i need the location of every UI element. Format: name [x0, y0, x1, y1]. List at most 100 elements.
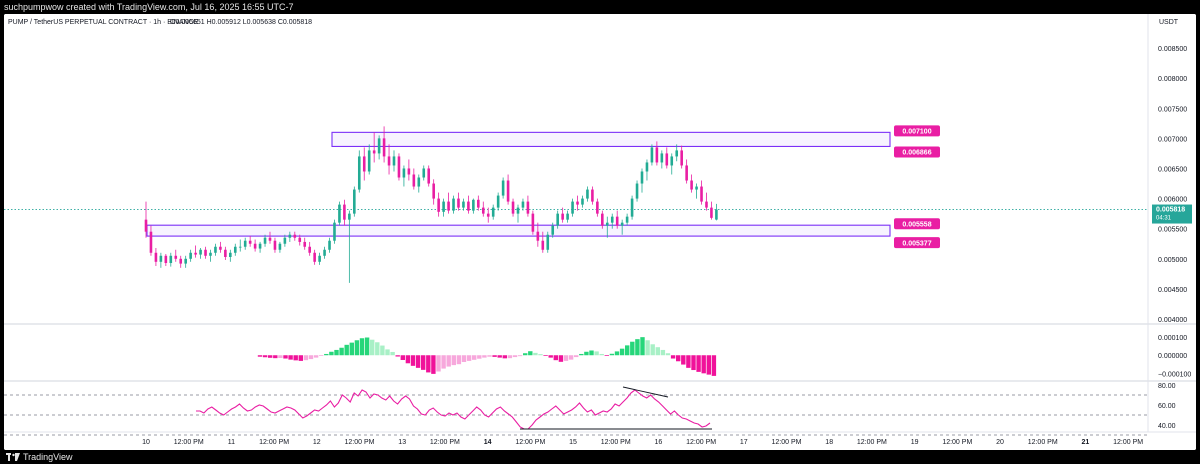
candle-body	[159, 255, 163, 262]
candle-body	[219, 246, 222, 250]
histogram-bar	[528, 351, 533, 356]
histogram-bar	[426, 355, 431, 373]
histogram-bar	[257, 355, 263, 357]
time-axis-label: 18	[825, 439, 833, 446]
candle-body	[149, 231, 153, 253]
bar-countdown-label: 04:31	[1156, 216, 1172, 222]
time-axis-label: 20	[996, 439, 1004, 446]
histogram-bar	[706, 355, 711, 375]
histogram-bar	[665, 353, 671, 356]
price-axis-label: 0.005000	[1158, 257, 1187, 264]
screenshot-frame: suchpumpwow created with TradingView.com…	[0, 0, 1200, 464]
candle-body	[179, 258, 183, 264]
chart-canvas[interactable]: PUMP / TetherUS PERPETUAL CONTRACT · 1h …	[4, 14, 1196, 450]
histogram-bar	[645, 340, 650, 356]
time-axis-label: 11	[228, 439, 235, 446]
candle-body	[625, 216, 629, 223]
histogram-bar	[568, 355, 574, 360]
candle-body	[452, 198, 455, 211]
time-axis-label: 10	[142, 439, 150, 446]
histogram-bar	[487, 355, 492, 357]
histogram-bar	[395, 355, 400, 357]
candle-body	[615, 216, 619, 226]
histogram-bar	[298, 355, 303, 361]
histogram-bar	[512, 355, 518, 358]
candle-body	[372, 150, 376, 154]
histogram-bar	[477, 355, 482, 359]
histogram-bar	[303, 355, 309, 361]
candle-body	[610, 216, 614, 223]
time-axis-label: 17	[740, 439, 748, 446]
candle-body	[635, 183, 639, 199]
histogram-bar	[339, 347, 344, 356]
candle-body	[362, 156, 366, 172]
share-caption: suchpumpwow created with TradingView.com…	[4, 2, 294, 12]
candle-body	[477, 199, 480, 208]
candle-body	[253, 243, 257, 249]
candle-body	[273, 240, 277, 250]
price-axis-label: 0.004000	[1158, 317, 1187, 324]
histogram-bar	[400, 355, 405, 360]
histogram-bar	[625, 345, 630, 356]
candle-body	[318, 255, 321, 262]
histogram-bar	[324, 353, 329, 356]
candle-body	[204, 249, 207, 256]
histogram-bar	[517, 355, 523, 357]
candle-body	[675, 150, 679, 157]
histogram-bar	[574, 355, 579, 358]
candle-body	[447, 201, 450, 211]
chart-panel[interactable]: PUMP / TetherUS PERPETUAL CONTRACT · 1h …	[4, 14, 1196, 450]
histogram-bar	[594, 351, 599, 356]
candle-body	[333, 222, 336, 241]
candle-body	[263, 237, 267, 244]
candle-body	[303, 241, 307, 247]
candle-body	[650, 147, 654, 163]
histogram-bar	[584, 351, 589, 356]
candle-body	[144, 219, 148, 232]
candle-body	[278, 243, 282, 250]
histogram-bar	[711, 355, 717, 376]
candle-body	[323, 249, 326, 256]
price-axis-label: 0.008000	[1158, 76, 1187, 83]
candle-body	[214, 246, 217, 253]
candle-body	[501, 180, 505, 196]
tradingview-wordmark: TradingView	[23, 452, 73, 462]
histogram-bar	[533, 352, 538, 356]
candle-body	[586, 189, 589, 199]
histogram-bar	[553, 355, 558, 361]
oscillator-axis-label: 40.00	[1158, 423, 1176, 430]
candle-body	[561, 213, 564, 220]
histogram-bar	[278, 355, 283, 358]
price-axis-label: 0.008500	[1158, 46, 1187, 53]
candle-body	[407, 168, 411, 175]
ohlc-readout: O0.005651 H0.005912 L0.005638 C0.005818	[170, 19, 312, 26]
histogram-bar	[640, 337, 645, 356]
candle-body	[680, 150, 683, 166]
histogram-bar	[313, 355, 319, 358]
histogram-bar	[262, 355, 268, 358]
candle-body	[229, 252, 232, 257]
time-axis-label: 15	[569, 439, 577, 446]
histogram-bar	[630, 341, 635, 356]
candle-body	[437, 198, 440, 212]
histogram-bar	[558, 355, 564, 362]
zone-price-label: 0.007100	[902, 129, 931, 136]
candle-body	[620, 222, 624, 226]
time-axis-label: 21	[1082, 439, 1090, 446]
candle-body	[283, 237, 287, 244]
candle-body	[596, 201, 599, 214]
candle-body	[601, 213, 604, 226]
time-axis-label: 12:00 PM	[515, 439, 545, 446]
histogram-bar	[308, 355, 314, 360]
candle-body	[605, 222, 609, 226]
candle-body	[645, 162, 649, 172]
candle-body	[243, 240, 247, 247]
candle-body	[710, 207, 713, 218]
histogram-bar	[696, 355, 701, 372]
candle-body	[233, 246, 237, 253]
currency-label: USDT	[1159, 19, 1179, 26]
candle-body	[591, 189, 594, 202]
candle-body	[472, 199, 475, 211]
histogram-bar	[650, 344, 655, 356]
candle-body	[491, 207, 495, 217]
